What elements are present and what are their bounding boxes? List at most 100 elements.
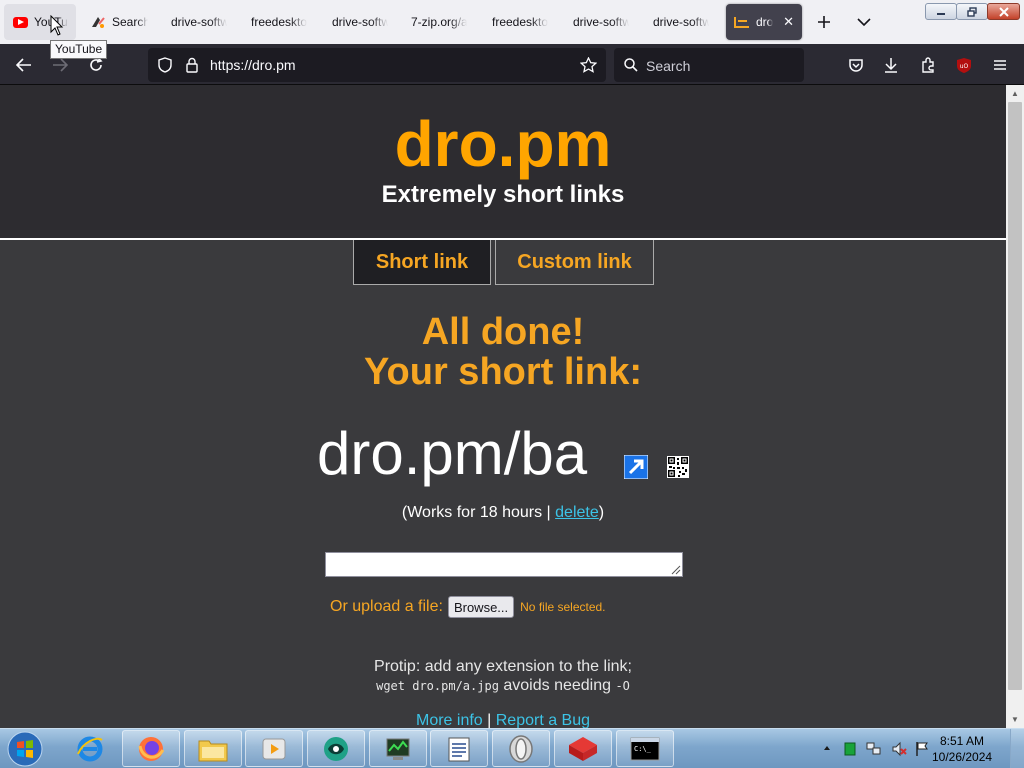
tab-label: 7-zip.org/a <box>411 15 467 29</box>
internet-explorer-icon <box>77 736 103 761</box>
network-icon[interactable] <box>866 741 882 757</box>
tab-freedesktop-2[interactable]: freedesktop <box>484 4 556 40</box>
ublock-origin-icon: uO <box>957 57 971 73</box>
url-text[interactable]: https://dro.pm <box>210 57 296 73</box>
new-tab-button[interactable] <box>810 9 838 35</box>
tab-drive-software-4[interactable]: drive-software <box>645 4 717 40</box>
taskbar-red-app[interactable] <box>554 730 612 767</box>
tab-short-link[interactable]: Short link <box>353 240 491 285</box>
lock-icon[interactable] <box>186 57 198 73</box>
folder-icon <box>198 740 228 761</box>
reload-icon <box>90 57 103 71</box>
footer-links: More info | Report a Bug <box>0 712 1006 728</box>
app-menu-button[interactable] <box>985 50 1015 80</box>
protip-line-1: Protip: add any extension to the link; <box>374 658 632 675</box>
tab-tooltip: YouTube <box>50 40 108 59</box>
expiry-close-paren: ) <box>598 504 605 521</box>
taskbar-file-explorer[interactable] <box>184 730 242 767</box>
clock-time[interactable]: 8:51 AM <box>932 734 992 748</box>
tab-custom-link[interactable]: Custom link <box>495 240 654 285</box>
arrow-left-icon <box>16 58 31 72</box>
extensions-button[interactable] <box>913 50 943 80</box>
action-center-flag-icon[interactable] <box>915 741 929 757</box>
close-icon <box>998 6 1009 17</box>
taskbar-task-manager[interactable] <box>369 730 427 767</box>
show-desktop-button[interactable] <box>1010 729 1024 768</box>
tab-label: Search <box>112 15 148 29</box>
start-button[interactable] <box>5 730 45 768</box>
hamburger-menu-icon <box>994 60 1006 70</box>
media-player-icon <box>262 738 286 759</box>
search-engine-icon <box>90 14 106 30</box>
puzzle-piece-icon <box>922 57 934 73</box>
show-hidden-icons-icon[interactable] <box>823 744 831 752</box>
tab-search[interactable]: Search <box>82 4 156 40</box>
taskbar-opera[interactable] <box>492 730 550 767</box>
short-link-url[interactable]: dro.pm/ba <box>317 419 587 488</box>
report-bug-link[interactable]: Report a Bug <box>496 712 590 728</box>
taskbar-media-player[interactable] <box>245 730 303 767</box>
bookmark-star-icon[interactable] <box>580 57 597 73</box>
tab-label: drive-software <box>573 15 629 29</box>
dropm-icon <box>734 14 750 30</box>
back-button[interactable] <box>9 50 39 80</box>
resize-grip-icon[interactable] <box>669 563 681 575</box>
downloads-button[interactable] <box>876 50 906 80</box>
minimize-button[interactable] <box>925 3 957 20</box>
shield-icon[interactable] <box>158 57 172 73</box>
chevron-down-icon <box>857 18 871 27</box>
taskbar-command-prompt[interactable]: C:\_ <box>616 730 674 767</box>
protip-text: avoids needing <box>498 677 616 694</box>
tab-freedesktop-1[interactable]: freedesktop <box>243 4 315 40</box>
site-header: dro.pm Extremely short links <box>0 85 1006 240</box>
youtube-icon <box>12 14 28 30</box>
tab-label: drive-software <box>171 15 227 29</box>
close-window-button[interactable] <box>987 3 1020 20</box>
clock-date[interactable]: 10/26/2024 <box>932 750 992 764</box>
more-info-link[interactable]: More info <box>416 712 483 728</box>
taskbar-internet-explorer[interactable] <box>61 730 119 767</box>
volume-muted-icon[interactable] <box>891 741 907 757</box>
restore-button[interactable] <box>956 3 988 20</box>
tab-youtube[interactable]: YouTube <box>4 4 76 40</box>
windows-start-orb-icon <box>7 731 43 767</box>
expiry-note: (Works for 18 hours | delete) <box>0 504 1006 522</box>
taskbar-firefox[interactable] <box>122 730 180 767</box>
tab-7zip[interactable]: 7-zip.org/a <box>403 4 475 40</box>
svg-text:C:\_: C:\_ <box>634 745 652 753</box>
external-link-icon[interactable] <box>624 455 648 479</box>
navigation-toolbar: https://dro.pm Search uO <box>0 44 1024 85</box>
opera-icon <box>509 734 533 763</box>
paste-textarea[interactable] <box>325 552 683 577</box>
tab-label: dro.pm <box>756 15 774 29</box>
scroll-down-arrow-icon[interactable]: ▼ <box>1006 711 1024 728</box>
tab-label: drive-software <box>332 15 388 29</box>
delete-link[interactable]: delete <box>555 504 599 521</box>
pocket-button[interactable] <box>841 50 871 80</box>
qr-code-icon[interactable] <box>667 456 689 478</box>
list-all-tabs-button[interactable] <box>850 9 878 35</box>
page-content: dro.pm Extremely short links Short link … <box>0 85 1006 728</box>
tab-drive-software-1[interactable]: drive-software <box>163 4 235 40</box>
close-tab-icon[interactable]: ✕ <box>783 14 794 30</box>
address-bar[interactable]: https://dro.pm <box>148 48 606 82</box>
search-placeholder: Search <box>646 58 691 74</box>
search-bar[interactable]: Search <box>614 48 804 82</box>
protip-flag: -O <box>615 679 630 693</box>
notepad-icon <box>448 737 470 761</box>
taskbar-browser-app[interactable] <box>307 730 365 767</box>
green-status-icon[interactable] <box>844 742 856 756</box>
tab-drive-software-2[interactable]: drive-software <box>324 4 396 40</box>
tab-dropm[interactable]: dro.pm ✕ <box>726 4 802 40</box>
protip-line-2: wget dro.pm/a.jpg avoids needing -O <box>0 677 1006 695</box>
tab-drive-software-3[interactable]: drive-software <box>565 4 637 40</box>
vertical-scrollbar[interactable]: ▲ ▼ <box>1006 85 1024 728</box>
windows-taskbar: C:\_ 8:51 AM 10/26/2024 <box>0 728 1024 768</box>
tab-label: drive-software <box>653 15 709 29</box>
ublock-origin-button[interactable]: uO <box>949 50 979 80</box>
scroll-up-arrow-icon[interactable]: ▲ <box>1006 85 1024 102</box>
scrollbar-thumb[interactable] <box>1008 102 1022 690</box>
taskbar-notepad[interactable] <box>430 730 488 767</box>
teal-globe-icon <box>324 736 348 761</box>
browse-button[interactable]: Browse... <box>447 596 515 618</box>
